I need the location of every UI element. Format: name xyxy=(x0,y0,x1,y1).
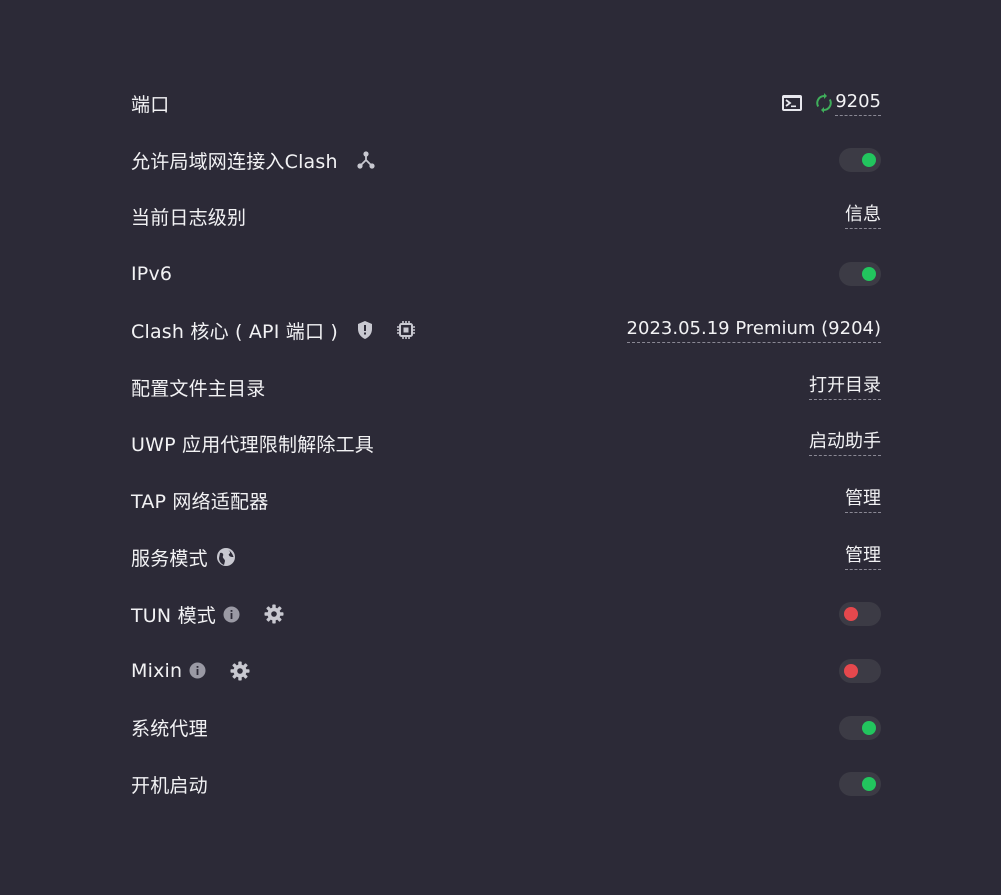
setting-row-system-proxy: 系统代理 xyxy=(131,699,881,756)
tun-label: TUN 模式 xyxy=(131,604,216,627)
autostart-label: 开机启动 xyxy=(131,774,208,797)
open-directory-link[interactable]: 打开目录 xyxy=(809,375,881,400)
setting-row-core: Clash 核心 ( API 端口 ) 2023.05.19 Premium (… xyxy=(131,302,881,359)
system-proxy-toggle[interactable] xyxy=(839,715,881,740)
network-icon[interactable] xyxy=(356,150,376,170)
refresh-icon[interactable] xyxy=(815,93,833,114)
core-value[interactable]: 2023.05.19 Premium (9204) xyxy=(626,318,881,343)
port-value[interactable]: 9205 xyxy=(835,91,881,116)
setting-row-service: 服务模式 管理 xyxy=(131,529,881,586)
launch-helper-link[interactable]: 启动助手 xyxy=(809,431,881,457)
setting-row-tap: TAP 网络适配器 管理 xyxy=(131,472,881,529)
ipv6-label: IPv6 xyxy=(131,262,173,285)
tap-manage-link[interactable]: 管理 xyxy=(845,488,881,514)
shield-icon[interactable] xyxy=(356,320,374,340)
chip-icon[interactable] xyxy=(396,320,416,340)
config-dir-label: 配置文件主目录 xyxy=(131,377,266,400)
info-icon[interactable] xyxy=(189,662,206,679)
terminal-icon[interactable] xyxy=(781,94,803,112)
globe-icon[interactable] xyxy=(216,547,236,567)
setting-row-config-dir: 配置文件主目录 打开目录 xyxy=(131,359,881,416)
autostart-toggle[interactable] xyxy=(839,772,881,797)
lan-toggle[interactable] xyxy=(839,148,881,173)
gear-icon[interactable] xyxy=(230,661,250,681)
setting-row-port: 端口 9205 xyxy=(131,75,881,132)
setting-row-ipv6: IPv6 xyxy=(131,245,881,302)
system-proxy-label: 系统代理 xyxy=(131,718,208,741)
setting-row-lan: 允许局域网连接入Clash xyxy=(131,132,881,189)
lan-label: 允许局域网连接入Clash xyxy=(131,150,338,173)
setting-row-tun: TUN 模式 xyxy=(131,586,881,643)
port-label: 端口 xyxy=(131,93,170,116)
log-level-value[interactable]: 信息 xyxy=(845,204,881,230)
core-label: Clash 核心 ( API 端口 ) xyxy=(131,320,339,343)
tap-label: TAP 网络适配器 xyxy=(131,491,269,514)
settings-list: 端口 9205 允许局域网连接入Clash 当前日志级别 信息 IPv6 Cla… xyxy=(131,75,881,813)
gear-icon[interactable] xyxy=(264,604,284,624)
setting-row-uwp: UWP 应用代理限制解除工具 启动助手 xyxy=(131,416,881,473)
service-manage-link[interactable]: 管理 xyxy=(845,545,881,570)
setting-row-mixin: Mixin xyxy=(131,643,881,700)
uwp-label: UWP 应用代理限制解除工具 xyxy=(131,434,374,457)
info-icon[interactable] xyxy=(223,606,240,623)
service-label: 服务模式 xyxy=(131,547,208,570)
tun-toggle[interactable] xyxy=(839,602,881,627)
setting-row-autostart: 开机启动 xyxy=(131,756,881,813)
log-level-label: 当前日志级别 xyxy=(131,207,247,230)
mixin-toggle[interactable] xyxy=(839,658,881,683)
mixin-label: Mixin xyxy=(131,659,183,682)
setting-row-log-level: 当前日志级别 信息 xyxy=(131,189,881,246)
ipv6-toggle[interactable] xyxy=(839,261,881,286)
